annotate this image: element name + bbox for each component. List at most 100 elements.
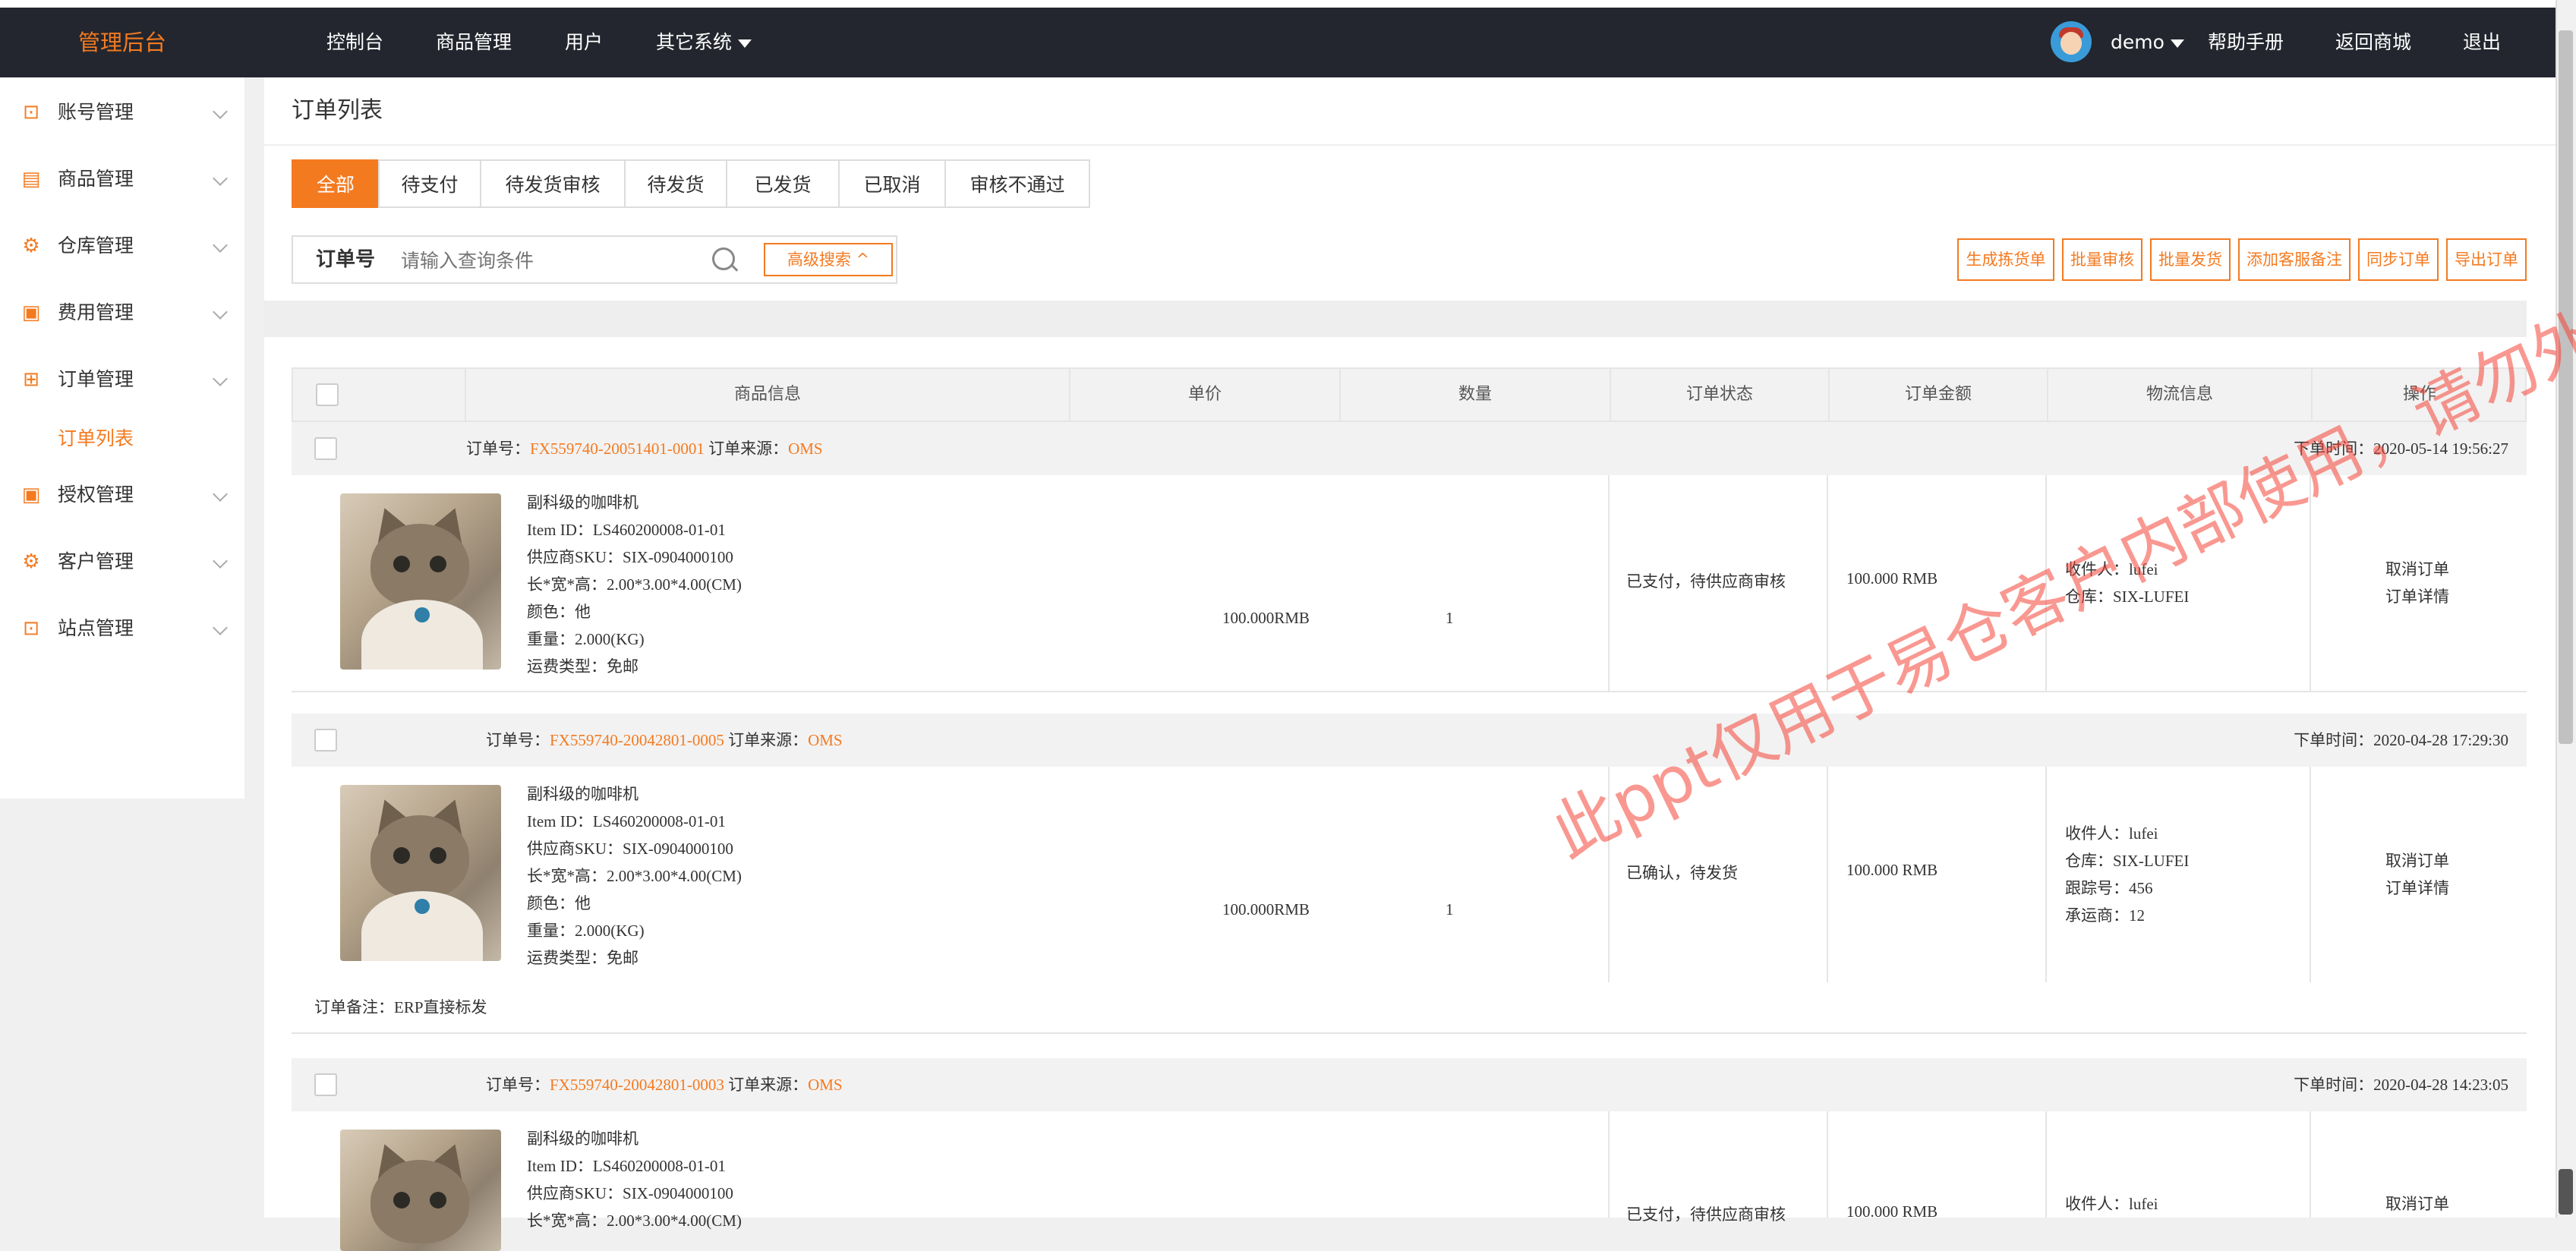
nav-users[interactable]: 用户 [565,8,603,77]
tab-review-rejected[interactable]: 审核不通过 [944,159,1090,208]
sidebar-item-authorization[interactable]: ▣ 授权管理 [0,462,244,528]
product-image[interactable] [340,493,501,670]
table-header: 商品信息 单价 数量 订单状态 订单金额 物流信息 操作 [292,367,2527,422]
chevron-down-icon [213,104,228,119]
calendar-icon: ▣ [21,301,41,324]
order-detail-link[interactable]: 订单详情 [2385,583,2449,610]
cancel-order-link[interactable]: 取消订单 [2385,556,2449,583]
order-no-label: 订单号： [466,440,530,458]
order-number-link[interactable]: FX559740-20051401-0001 [530,440,705,458]
batch-review-button[interactable]: 批量审核 [2062,238,2142,281]
caret-down-icon [2170,39,2184,48]
product-sku: 供应商SKU：SIX-0904000100 [527,1184,733,1202]
sidebar-item-label: 客户管理 [58,550,134,572]
product-image[interactable] [340,1130,501,1251]
select-all-checkbox[interactable] [316,383,339,406]
col-divider [1608,1111,1610,1218]
sidebar-item-warehouse[interactable]: ⚙ 仓库管理 [0,213,244,279]
sidebar-item-accounts[interactable]: ⊡ 账号管理 [0,79,244,146]
product-name: 副科级的咖啡机 [527,1130,638,1148]
sidebar-item-orders[interactable]: ⊞ 订单管理 [0,346,244,413]
order-checkbox[interactable] [314,1073,337,1096]
logout-link[interactable]: 退出 [2463,8,2501,77]
logistics-recipient: 收件人：lufei [2065,824,2158,843]
sidebar-item-fees[interactable]: ▣ 费用管理 [0,279,244,346]
unit-price: 100.000RMB [1222,900,1310,919]
unit-price: 100.000RMB [1222,609,1310,627]
nav-other-systems[interactable]: 其它系统 [656,8,752,77]
sidebar-item-label: 授权管理 [58,484,134,506]
cancel-order-link[interactable]: 取消订单 [2385,847,2449,874]
order-source-label: 订单来源： [724,1076,809,1094]
search-input[interactable] [399,243,721,278]
order-remark: 订单备注：ERP直接标发 [292,982,2527,1034]
chevron-down-icon [213,238,228,253]
gear-icon: ⚙ [22,550,40,573]
order-row: 副科级的咖啡机 Item ID：LS460200008-01-01 供应商SKU… [292,767,2527,984]
product-color: 颜色：他 [527,894,591,912]
order-amount: 100.000 RMB [1846,1202,1938,1221]
tab-all[interactable]: 全部 [292,159,380,208]
tab-pending-shipment-review[interactable]: 待发货审核 [480,159,626,208]
caret-down-icon [738,39,752,48]
sidebar-item-products[interactable]: ▤ 商品管理 [0,146,244,213]
nav-dashboard[interactable]: 控制台 [326,8,383,77]
export-orders-button[interactable]: 导出订单 [2446,238,2527,281]
sidebar-item-label: 商品管理 [58,168,134,190]
product-name: 副科级的咖啡机 [527,493,638,512]
tab-pending-shipment[interactable]: 待发货 [624,159,727,208]
product-dims: 长*宽*高：2.00*3.00*4.00(CM) [527,575,742,594]
sidebar-item-label: 费用管理 [58,301,134,323]
order-checkbox[interactable] [314,729,337,752]
tab-pending-payment[interactable]: 待支付 [378,159,481,208]
sidebar-item-customers[interactable]: ⚙ 客户管理 [0,528,244,595]
order-source-label: 订单来源： [724,731,809,749]
search-icon[interactable] [709,244,739,275]
logistics-tracking: 跟踪号：456 [2065,879,2153,897]
order-checkbox[interactable] [314,437,337,460]
calendar-icon: ▣ [21,484,41,506]
advanced-search-button[interactable]: 高级搜索 ^ [764,243,893,276]
col-divider [2045,1111,2047,1218]
sync-orders-button[interactable]: 同步订单 [2358,238,2439,281]
order-time-value: 2020-04-28 17:29:30 [2373,731,2508,749]
nav-products[interactable]: 商品管理 [436,8,512,77]
avatar[interactable] [2051,21,2092,62]
sidebar-item-sites[interactable]: ⊡ 站点管理 [0,595,244,662]
help-link[interactable]: 帮助手册 [2208,8,2284,77]
logistics-carrier: 承运商：12 [2065,906,2145,925]
col-divider [1827,1111,1828,1218]
order-detail-link[interactable]: 订单详情 [2385,874,2449,902]
order-remark-text: 订单备注：ERP直接标发 [314,998,487,1016]
product-item-id: Item ID：LS460200008-01-01 [527,812,726,830]
tab-cancelled[interactable]: 已取消 [838,159,946,208]
product-sku: 供应商SKU：SIX-0904000100 [527,840,733,858]
product-dims: 长*宽*高：2.00*3.00*4.00(CM) [527,867,742,885]
gift-icon: ⊞ [23,368,39,391]
order-source-label: 订单来源： [704,440,789,458]
order-time-label: 下单时间： [2294,1076,2374,1094]
sidebar-subitem-order-list[interactable]: 订单列表 [58,424,134,451]
cat-eye [393,1192,410,1208]
user-menu[interactable]: demo [2111,8,2184,77]
add-service-note-button[interactable]: 添加客服备注 [2238,238,2351,281]
order-header: 订单号：FX559740-20042801-0005 订单来源：OMS 下单时间… [292,714,2527,767]
product-shipping: 运费类型：免邮 [527,949,638,967]
batch-ship-button[interactable]: 批量发货 [2150,238,2231,281]
order-number-link[interactable]: FX559740-20042801-0005 [550,731,724,749]
order-number-link[interactable]: FX559740-20042801-0003 [550,1076,724,1094]
order-time: 下单时间：2020-04-28 17:29:30 [2294,714,2508,767]
back-to-mall-link[interactable]: 返回商城 [2335,8,2411,77]
sidebar-item-label: 仓库管理 [58,235,134,257]
tab-shipped[interactable]: 已发货 [726,159,840,208]
col-divider [2310,1111,2311,1218]
brand-logo[interactable]: 管理后台 [0,8,244,77]
cancel-order-link[interactable]: 取消订单 [2385,1192,2449,1215]
product-image[interactable] [340,785,501,961]
generate-picking-list-button[interactable]: 生成拣货单 [1957,238,2054,281]
search-field-label[interactable]: 订单号 [316,237,375,282]
cat-eye [430,1192,446,1208]
order-amount: 100.000 RMB [1846,569,1938,588]
scrollbar-thumb-secondary[interactable] [2559,1169,2573,1215]
chevron-down-icon [213,171,228,186]
